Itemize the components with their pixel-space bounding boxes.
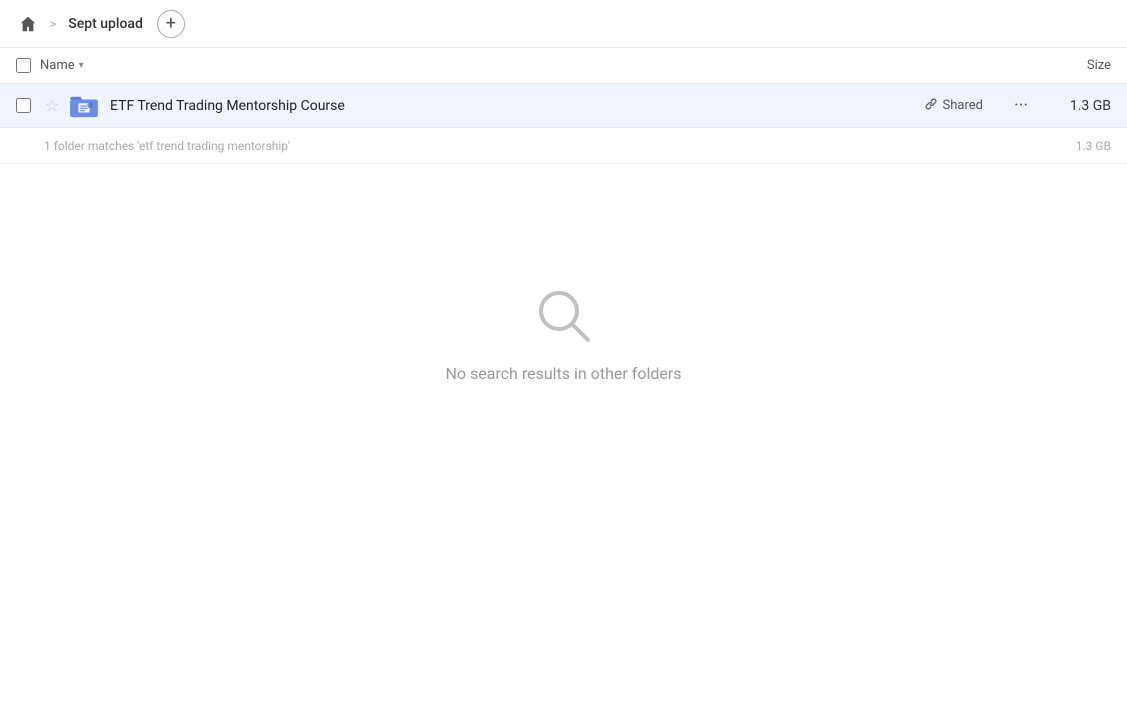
link-icon [924,97,938,115]
name-sort-chevron: ▾ [79,60,84,71]
home-icon [19,15,37,33]
breadcrumb-tab[interactable]: Sept upload [62,12,149,36]
search-info-text: 1 folder matches 'etf trend trading ment… [44,139,1076,153]
search-info-size: 1.3 GB [1076,139,1111,153]
column-header-row: Name ▾ Size [0,48,1127,84]
empty-state-message: No search results in other folders [445,364,681,383]
file-checkbox-wrap[interactable] [16,98,40,113]
file-size-value: 1.3 GB [1051,98,1111,114]
home-button[interactable] [12,8,44,40]
folder-icon-wrap [68,90,100,122]
size-column-header: Size [1031,58,1111,73]
file-row[interactable]: ☆ ETF Trend Trading Mentorship Course Sh… [0,84,1127,128]
add-tab-button[interactable]: + [157,10,185,38]
header-bar: > Sept upload + [0,0,1127,48]
folder-icon [69,93,99,119]
breadcrumb-separator: > [50,17,56,31]
shared-label: Shared [943,98,983,113]
no-results-icon [532,284,596,348]
name-column-label: Name [40,58,75,73]
star-button[interactable]: ☆ [40,94,64,118]
shared-badge[interactable]: Shared [916,93,991,119]
select-all-checkbox-wrap[interactable] [16,58,40,73]
search-info-row: 1 folder matches 'etf trend trading ment… [0,128,1127,164]
select-all-checkbox[interactable] [16,58,31,73]
name-column-header[interactable]: Name ▾ [40,58,1031,73]
more-options-button[interactable]: ··· [1007,92,1035,120]
file-checkbox[interactable] [16,98,31,113]
empty-state: No search results in other folders [0,164,1127,383]
file-name-label: ETF Trend Trading Mentorship Course [110,98,916,114]
